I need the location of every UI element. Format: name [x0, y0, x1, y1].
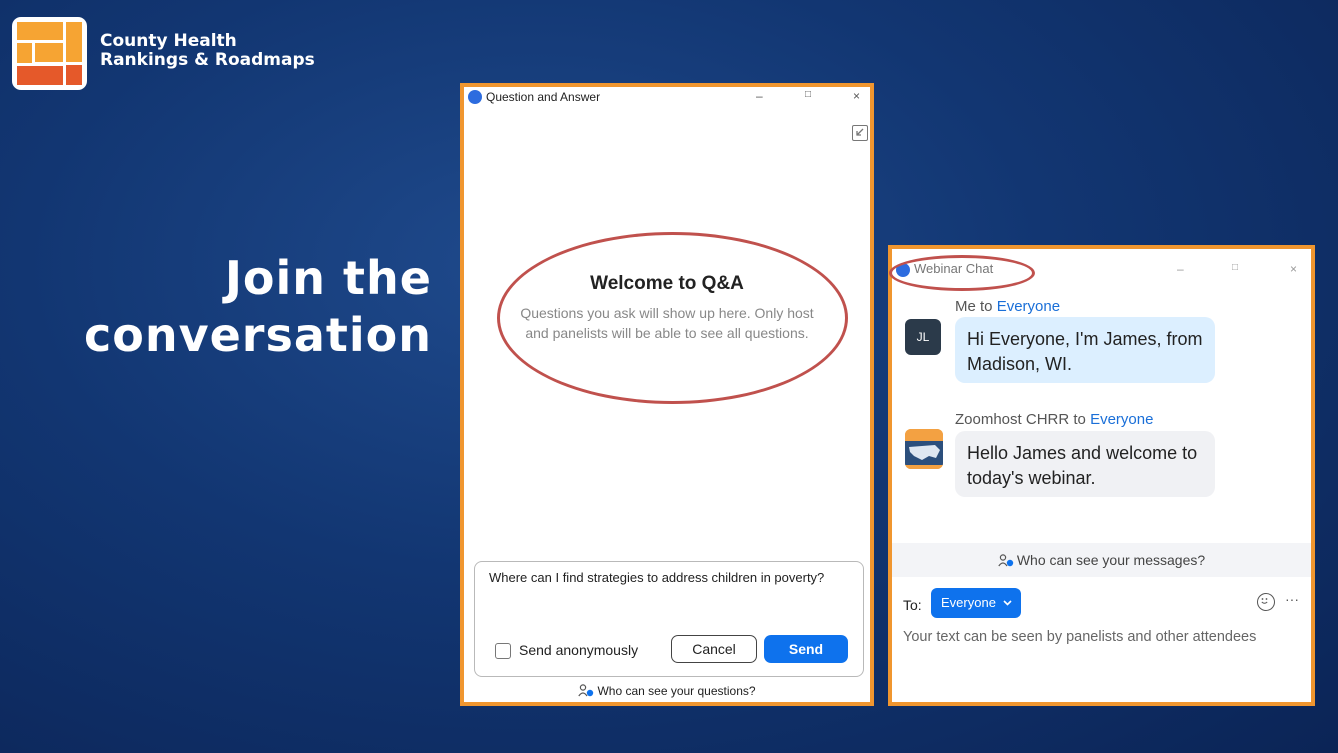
qa-title-bar: Question and Answer – □ ×	[464, 87, 870, 109]
who-can-see-messages[interactable]: Who can see your messages?	[892, 543, 1311, 577]
send-button[interactable]: Send	[764, 635, 848, 663]
chat-window: Webinar Chat – □ × Me to Everyone JL Hi …	[888, 245, 1315, 706]
maximize-button[interactable]: □	[805, 89, 811, 100]
recipient-dropdown[interactable]: Everyone	[931, 588, 1021, 618]
close-button[interactable]: ×	[853, 89, 860, 103]
question-text: Where can I find strategies to address c…	[489, 570, 825, 585]
recipient-dropdown-value: Everyone	[941, 595, 996, 610]
chrr-logo	[12, 17, 87, 90]
pop-out-icon[interactable]	[852, 125, 868, 141]
headline: Join the conversation	[84, 250, 432, 364]
headline-line-2: conversation	[83, 308, 432, 362]
zoom-app-icon	[896, 263, 910, 277]
maximize-button[interactable]: □	[1232, 262, 1238, 273]
recipient-connector: to	[1069, 411, 1091, 428]
brand-line-2: Rankings & Roadmaps	[100, 50, 315, 70]
recipient-name: Everyone	[996, 298, 1061, 315]
zoom-app-icon	[468, 90, 482, 104]
send-anonymously-label: Send anonymously	[519, 642, 639, 658]
chevron-down-icon	[1002, 600, 1012, 606]
person-visibility-icon	[998, 554, 1014, 567]
qa-welcome: Welcome to Q&A Questions you ask will sh…	[464, 273, 870, 343]
message-header: Zoomhost CHRR to Everyone	[955, 411, 1153, 428]
sender-name: Me	[955, 298, 976, 315]
chat-input[interactable]: Your text can be seen by panelists and o…	[903, 629, 1256, 645]
question-input[interactable]: Where can I find strategies to address c…	[474, 561, 864, 677]
chat-message: Hi Everyone, I'm James, from Madison, WI…	[955, 317, 1215, 383]
more-options-icon[interactable]: ···	[1285, 591, 1299, 607]
person-visibility-icon	[578, 684, 594, 697]
minimize-button[interactable]: –	[1177, 262, 1184, 276]
minimize-button[interactable]: –	[756, 89, 763, 103]
qa-window: Question and Answer – □ × Welcome to Q&A…	[460, 83, 874, 706]
recipient-name: Everyone	[1090, 411, 1154, 428]
message-header: Me to Everyone	[955, 298, 1060, 315]
close-button[interactable]: ×	[1290, 262, 1297, 276]
recipient-connector: to	[975, 298, 997, 315]
who-can-see-questions[interactable]: Who can see your questions?	[464, 684, 870, 698]
qa-window-title: Question and Answer	[486, 90, 601, 104]
us-map-icon	[905, 429, 943, 469]
chat-title-bar: Webinar Chat – □ ×	[892, 260, 1311, 282]
qa-welcome-title: Welcome to Q&A	[590, 273, 744, 294]
emoji-icon[interactable]	[1257, 593, 1275, 611]
brand-line-1: County Health	[100, 31, 237, 51]
chat-message: Hello James and welcome to today's webin…	[955, 431, 1215, 497]
avatar: JL	[905, 319, 941, 355]
send-anonymously-checkbox[interactable]	[495, 643, 511, 659]
brand-name: County Health Rankings & Roadmaps	[100, 32, 315, 70]
sender-name: Zoomhost CHRR	[955, 411, 1070, 428]
who-can-see-messages-label: Who can see your messages?	[1016, 552, 1206, 568]
qa-welcome-text: Questions you ask will show up here. Onl…	[520, 305, 814, 341]
who-can-see-questions-label: Who can see your questions?	[597, 684, 756, 698]
cancel-button[interactable]: Cancel	[671, 635, 757, 663]
headline-line-1: Join the	[224, 251, 432, 305]
chat-window-title: Webinar Chat	[914, 261, 994, 276]
host-avatar	[905, 429, 943, 469]
to-label: To:	[903, 597, 922, 613]
